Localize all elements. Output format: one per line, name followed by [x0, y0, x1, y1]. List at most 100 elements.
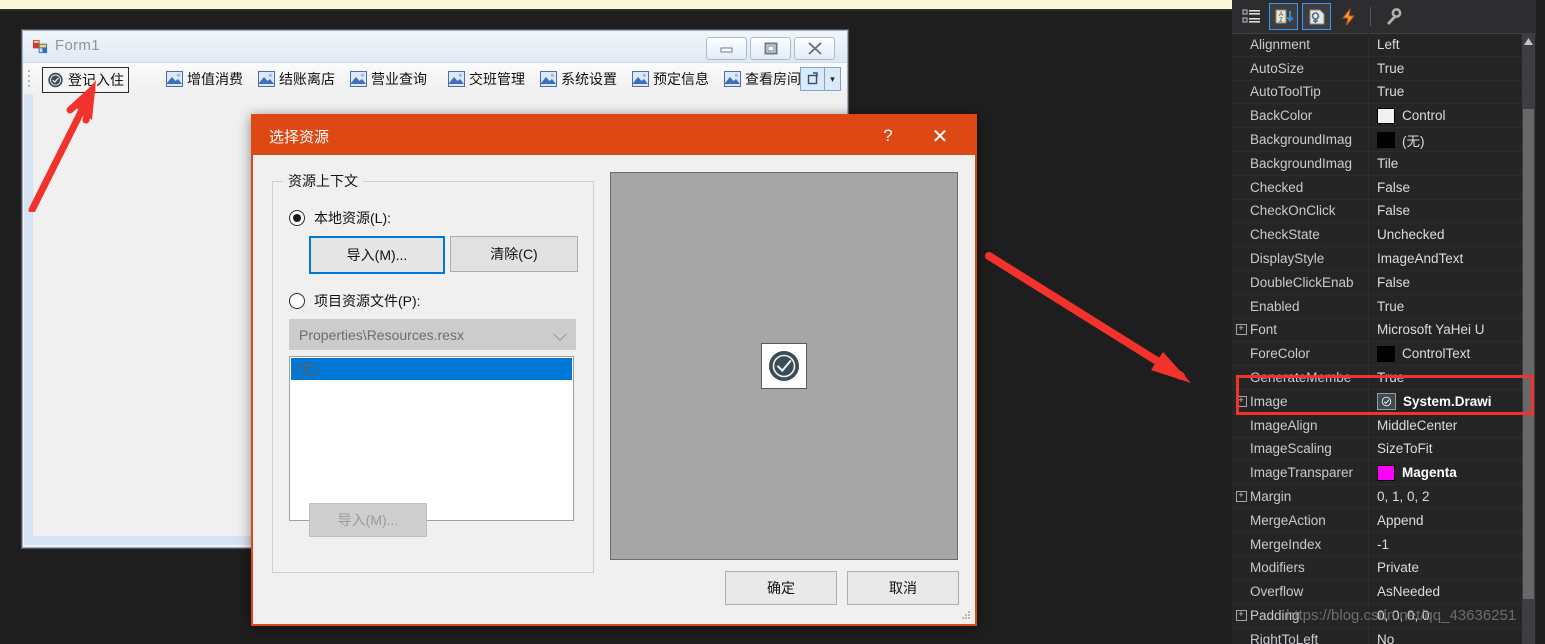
property-value[interactable]: False	[1368, 175, 1545, 199]
property-row[interactable]: AutoSize True	[1232, 56, 1545, 81]
property-value-text: (无)	[1402, 133, 1425, 149]
toolstrip-item-6[interactable]: 预定信息	[628, 67, 713, 91]
local-resource-radio[interactable]: 本地资源(L):	[289, 208, 391, 228]
property-name: MergeAction	[1250, 512, 1326, 528]
property-value[interactable]: Magenta	[1368, 461, 1545, 485]
property-row[interactable]: GenerateMembe True	[1232, 366, 1545, 390]
toolstrip-item-4[interactable]: 交班管理	[444, 67, 529, 91]
properties-grid[interactable]: Alignment Left AutoSize True AutoToolTip True…	[1232, 33, 1545, 644]
property-value[interactable]: True	[1368, 366, 1545, 389]
property-row[interactable]: ImageTransparer Magenta	[1232, 461, 1545, 486]
property-row[interactable]: RightToLeft No	[1232, 627, 1545, 644]
clear-button[interactable]: 清除(C)	[450, 236, 578, 272]
list-item[interactable]: (无)	[291, 358, 572, 380]
expand-icon[interactable]: +	[1232, 491, 1250, 503]
form-close-button[interactable]	[794, 37, 835, 60]
property-value[interactable]: True	[1368, 56, 1545, 80]
toolstrip-item-5[interactable]: 系统设置	[536, 67, 621, 91]
property-value[interactable]: Private	[1368, 556, 1545, 580]
property-row[interactable]: BackColor Control	[1232, 104, 1545, 129]
alphabetical-sort-icon[interactable]: A Z	[1269, 3, 1298, 30]
property-row[interactable]: Overflow AsNeeded	[1232, 580, 1545, 605]
property-value-text: Left	[1377, 36, 1400, 52]
events-icon[interactable]	[1335, 4, 1362, 29]
arrow-annotation-left	[28, 80, 96, 212]
property-row[interactable]: Enabled True	[1232, 294, 1545, 319]
property-value[interactable]: (无)	[1368, 128, 1545, 151]
property-value[interactable]: No	[1368, 627, 1545, 644]
properties-icon[interactable]	[1302, 3, 1331, 30]
property-pages-icon[interactable]	[1379, 4, 1406, 29]
property-value[interactable]: -1	[1368, 532, 1545, 556]
form-maximize-button[interactable]	[750, 37, 791, 60]
property-row[interactable]: Alignment Left	[1232, 33, 1545, 57]
property-value[interactable]: Unchecked	[1368, 223, 1545, 247]
resource-listbox[interactable]: (无)	[289, 356, 574, 521]
resource-file-combobox[interactable]: Properties\Resources.resx	[289, 319, 576, 350]
toolstrip-item-3[interactable]: 营业查询	[346, 67, 431, 91]
property-row[interactable]: + Margin 0, 1, 0, 2	[1232, 485, 1545, 509]
toolstrip-item-1[interactable]: 增值消费	[162, 67, 247, 91]
properties-toolbar: A Z	[1232, 0, 1545, 34]
property-row[interactable]: DisplayStyle ImageAndText	[1232, 247, 1545, 271]
categorized-icon[interactable]	[1238, 4, 1265, 29]
help-icon[interactable]: ?	[873, 124, 903, 148]
property-row[interactable]: AutoToolTip True	[1232, 80, 1545, 105]
import-button-secondary[interactable]: 导入(M)...	[309, 503, 427, 537]
property-value[interactable]: Microsoft YaHei U	[1368, 318, 1545, 342]
property-value[interactable]: Control	[1368, 104, 1545, 128]
expand-icon[interactable]: +	[1232, 610, 1250, 622]
toolstrip-item-2[interactable]: 结账离店	[254, 67, 339, 91]
property-value[interactable]: Tile	[1368, 151, 1545, 175]
property-value[interactable]: AsNeeded	[1368, 580, 1545, 604]
property-row[interactable]: BackgroundImag (无)	[1232, 128, 1545, 152]
property-row[interactable]: DoubleClickEnab False	[1232, 270, 1545, 295]
form-toolstrip[interactable]: 登记入住 增值消费 结账离店 营业查询 交班管理 系统设置 预定信息 查看房间 …	[24, 63, 846, 95]
toolstrip-item-7[interactable]: 查看房间	[720, 67, 805, 91]
property-value[interactable]: SizeToFit	[1368, 437, 1545, 461]
property-row[interactable]: Modifiers Private	[1232, 556, 1545, 581]
property-name: CheckState	[1250, 227, 1320, 243]
property-row[interactable]: CheckOnClick False	[1232, 199, 1545, 224]
dialog-titlebar[interactable]: 选择资源 ? ✕	[253, 116, 975, 155]
property-value[interactable]: Left	[1368, 33, 1545, 56]
import-button[interactable]: 导入(M)...	[309, 236, 445, 274]
property-value[interactable]: 0, 1, 0, 2	[1368, 485, 1545, 508]
property-row[interactable]: ImageAlign MiddleCenter	[1232, 413, 1545, 438]
dialog-resize-grip[interactable]	[961, 611, 971, 621]
property-value[interactable]: True	[1368, 294, 1545, 318]
properties-scrollbar-thumb[interactable]	[1523, 109, 1534, 599]
dialog-close-icon[interactable]: ✕	[925, 124, 955, 148]
add-toolstrip-item-icon[interactable]	[800, 67, 825, 91]
expand-icon[interactable]: +	[1232, 395, 1250, 407]
expand-icon[interactable]: +	[1232, 324, 1250, 336]
property-value[interactable]: True	[1368, 80, 1545, 104]
property-row[interactable]: CheckState Unchecked	[1232, 223, 1545, 248]
property-value[interactable]: False	[1368, 199, 1545, 223]
cancel-button[interactable]: 取消	[847, 571, 959, 605]
property-value[interactable]: MiddleCenter	[1368, 413, 1545, 437]
project-resource-radio[interactable]: 项目资源文件(P):	[289, 291, 421, 311]
form-titlebar[interactable]: Form1	[23, 31, 847, 63]
property-row[interactable]: BackgroundImag Tile	[1232, 151, 1545, 176]
property-row[interactable]: + Image System.Drawi	[1232, 389, 1545, 414]
property-value[interactable]: Append	[1368, 508, 1545, 532]
property-value-text: -1	[1377, 536, 1390, 552]
property-value[interactable]: ControlText	[1368, 342, 1545, 366]
property-value[interactable]: System.Drawi	[1368, 389, 1545, 413]
arrow-annotation-right	[985, 252, 1191, 383]
property-row[interactable]: MergeIndex -1	[1232, 532, 1545, 557]
property-value[interactable]: False	[1368, 270, 1545, 294]
form-minimize-button[interactable]	[706, 37, 747, 60]
property-row[interactable]: Checked False	[1232, 175, 1545, 200]
ok-button[interactable]: 确定	[725, 571, 837, 605]
property-name: Font	[1250, 322, 1278, 338]
toolstrip-overflow-arrow-icon[interactable]: ▾	[825, 67, 841, 91]
toolstrip-overflow[interactable]: ▾	[800, 67, 841, 91]
property-value[interactable]: ImageAndText	[1368, 247, 1545, 270]
scroll-up-icon[interactable]	[1522, 33, 1535, 49]
property-row[interactable]: ForeColor ControlText	[1232, 342, 1545, 367]
property-row[interactable]: + Font Microsoft YaHei U	[1232, 318, 1545, 343]
property-row[interactable]: ImageScaling SizeToFit	[1232, 437, 1545, 462]
property-row[interactable]: MergeAction Append	[1232, 508, 1545, 533]
